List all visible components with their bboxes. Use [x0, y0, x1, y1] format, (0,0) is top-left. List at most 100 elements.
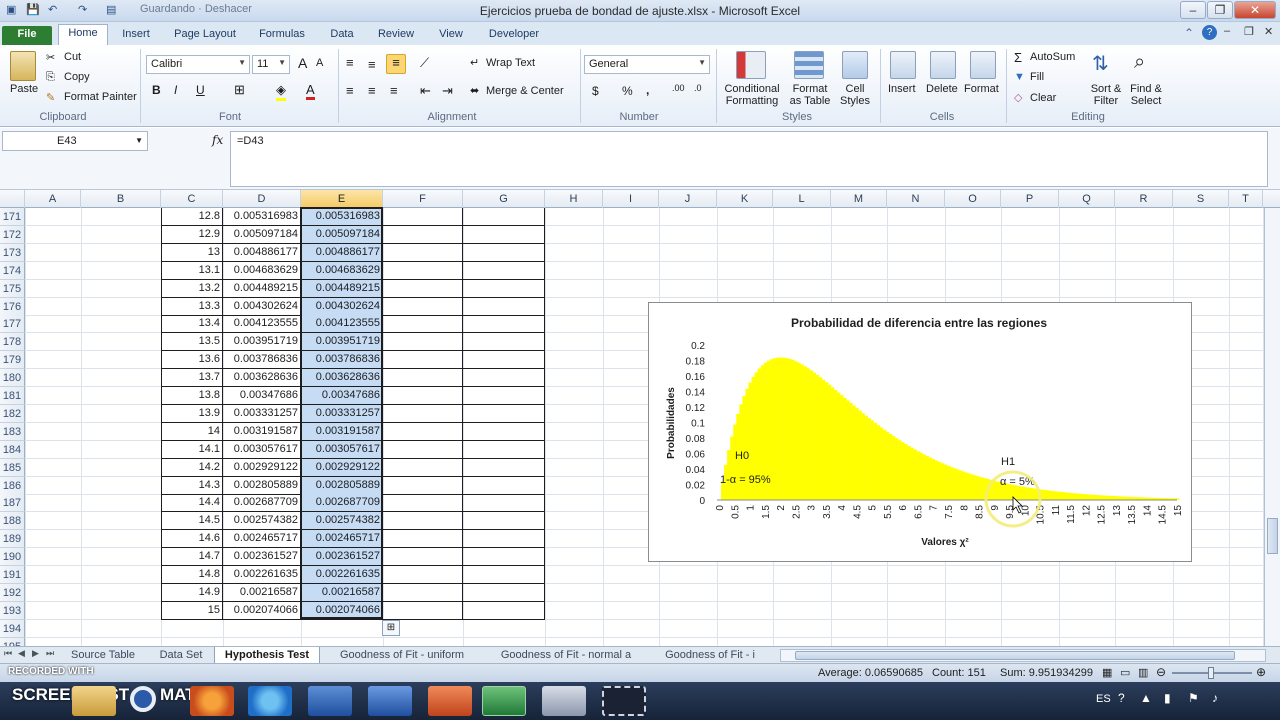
cell-c[interactable]: 14.9	[161, 584, 223, 602]
last-sheet-icon[interactable]: ⏭	[46, 648, 54, 659]
row-header[interactable]: 191	[0, 566, 25, 584]
column-header-g[interactable]: G	[463, 190, 545, 208]
tab-file[interactable]: File	[2, 26, 52, 45]
conditional-formatting-button[interactable]: Conditional Formatting	[722, 83, 782, 107]
column-header-o[interactable]: O	[945, 190, 1001, 208]
format-as-table-icon[interactable]	[794, 51, 824, 79]
insert-function-button[interactable]: fx	[212, 133, 223, 147]
fill-color-icon[interactable]: ◈	[276, 82, 286, 101]
autosum-button[interactable]: AutoSum	[1030, 51, 1075, 63]
cell-e[interactable]	[301, 620, 383, 638]
clear-button[interactable]: Clear	[1030, 92, 1056, 104]
row-header[interactable]: 187	[0, 494, 25, 512]
cell-g[interactable]	[463, 566, 545, 584]
flag-icon[interactable]: ⚑	[1188, 691, 1199, 705]
tab-insert[interactable]: Insert	[114, 26, 158, 45]
cell-c[interactable]: 14	[161, 423, 223, 441]
powerpoint-icon[interactable]	[428, 686, 472, 716]
cell-d[interactable]: 0.004123555	[223, 315, 301, 333]
cell-g[interactable]	[463, 315, 545, 333]
copy-button[interactable]: Copy	[64, 71, 90, 83]
row-header[interactable]: 179	[0, 351, 25, 369]
tab-formulas[interactable]: Formulas	[252, 26, 312, 45]
cell-g[interactable]	[463, 494, 545, 512]
normal-view-icon[interactable]: ▦	[1102, 666, 1112, 679]
fill-button[interactable]: Fill	[1030, 71, 1044, 83]
cell-c[interactable]: 13.3	[161, 298, 223, 316]
cell-d[interactable]: 0.003331257	[223, 405, 301, 423]
row-header[interactable]: 193	[0, 602, 25, 620]
align-middle-icon[interactable]: ≡	[368, 57, 376, 72]
excel-taskbar-icon[interactable]	[482, 686, 526, 716]
minimize-button[interactable]: –	[1180, 1, 1206, 19]
format-cells-button[interactable]: Format	[964, 83, 999, 95]
cell-f[interactable]	[383, 459, 463, 477]
row-header[interactable]: 174	[0, 262, 25, 280]
tab-developer[interactable]: Developer	[480, 26, 548, 45]
cell-c[interactable]: 13.6	[161, 351, 223, 369]
column-header-r[interactable]: R	[1115, 190, 1173, 208]
cell-g[interactable]	[463, 441, 545, 459]
column-header-m[interactable]: M	[831, 190, 887, 208]
format-as-table-button[interactable]: Format as Table	[786, 83, 834, 107]
sheet-tab-gof-normal[interactable]: Goodness of Fit - normal a	[486, 647, 646, 664]
increase-decimal-icon[interactable]: .00	[672, 83, 685, 93]
sheet-tab-gof-uniform[interactable]: Goodness of Fit - uniform	[326, 647, 478, 664]
column-header-f[interactable]: F	[383, 190, 463, 208]
cell-d[interactable]	[223, 620, 301, 638]
align-top-icon[interactable]: ≡	[346, 55, 354, 70]
column-header-l[interactable]: L	[773, 190, 831, 208]
cell-c[interactable]: 12.9	[161, 226, 223, 244]
merge-center-button[interactable]: Merge & Center	[486, 85, 564, 97]
row-header[interactable]: 182	[0, 405, 25, 423]
cell-d[interactable]: 0.002465717	[223, 530, 301, 548]
screen-region-icon[interactable]	[602, 686, 646, 716]
tab-home[interactable]: Home	[58, 24, 108, 45]
cell-d[interactable]: 0.003786836	[223, 351, 301, 369]
cell-c[interactable]: 14.8	[161, 566, 223, 584]
tab-page-layout[interactable]: Page Layout	[168, 26, 242, 45]
column-header-t[interactable]: T	[1229, 190, 1263, 208]
cell-g[interactable]	[463, 208, 545, 226]
insert-cells-icon[interactable]	[890, 51, 916, 79]
zoom-in-icon[interactable]: ⊕	[1256, 665, 1266, 679]
row-header[interactable]: 171	[0, 208, 25, 226]
cell-f[interactable]	[383, 477, 463, 495]
internet-explorer-icon[interactable]	[248, 686, 292, 716]
cell-g[interactable]	[463, 405, 545, 423]
cell-c[interactable]: 15	[161, 602, 223, 620]
grow-font-icon[interactable]: A	[298, 55, 307, 71]
cell-g[interactable]	[463, 244, 545, 262]
sort-filter-button[interactable]: Sort & Filter	[1086, 83, 1126, 107]
cell-g[interactable]	[463, 280, 545, 298]
cell-f[interactable]	[383, 262, 463, 280]
cell-f[interactable]	[383, 226, 463, 244]
tab-review[interactable]: Review	[370, 26, 422, 45]
column-header-e[interactable]: E	[301, 190, 383, 208]
row-header[interactable]: 189	[0, 530, 25, 548]
paste-button[interactable]: Paste	[10, 83, 38, 95]
vertical-scrollbar-thumb[interactable]	[1267, 518, 1278, 554]
row-header[interactable]: 183	[0, 423, 25, 441]
cell-g[interactable]	[463, 530, 545, 548]
row-header[interactable]: 177	[0, 315, 25, 333]
cell-d[interactable]: 0.00347686	[223, 387, 301, 405]
sheet-tab-gof-other[interactable]: Goodness of Fit - i	[654, 647, 766, 664]
cell-g[interactable]	[463, 351, 545, 369]
underline-button[interactable]: U	[196, 83, 205, 97]
cell-styles-icon[interactable]	[842, 51, 868, 79]
cell-d[interactable]: 0.002074066	[223, 602, 301, 620]
cell-d[interactable]: 0.002805889	[223, 477, 301, 495]
cell-g[interactable]	[463, 512, 545, 530]
cell-d[interactable]: 0.005316983	[223, 208, 301, 226]
cell-c[interactable]: 13.7	[161, 369, 223, 387]
cell-f[interactable]	[383, 387, 463, 405]
row-header[interactable]: 176	[0, 298, 25, 316]
cell-d[interactable]: 0.002574382	[223, 512, 301, 530]
cell-d[interactable]: 0.003057617	[223, 441, 301, 459]
name-box[interactable]: E43 ▼	[2, 131, 148, 151]
currency-button[interactable]: $	[592, 84, 599, 98]
find-select-button[interactable]: Find & Select	[1126, 83, 1166, 107]
cell-c[interactable]: 12.8	[161, 208, 223, 226]
zoom-slider-thumb[interactable]	[1208, 667, 1214, 679]
